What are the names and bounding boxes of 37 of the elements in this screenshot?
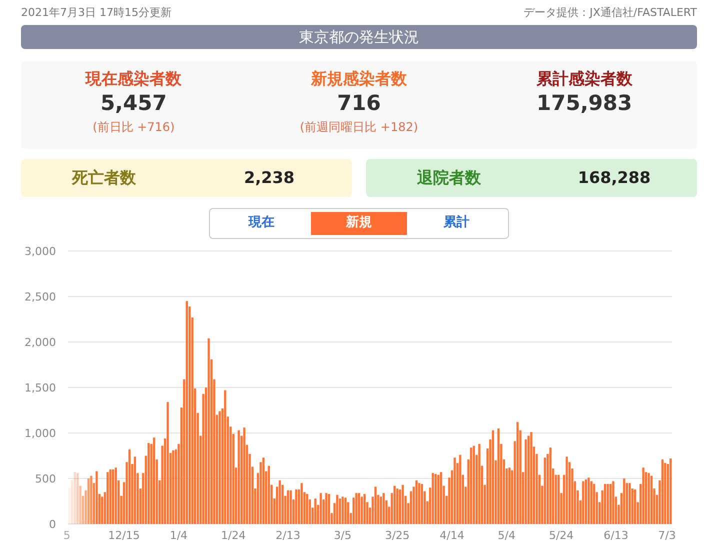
- y-tick-label: 500: [35, 472, 56, 485]
- stat-value: 175,983: [536, 90, 632, 116]
- x-tick-label: 3/25: [384, 528, 410, 542]
- outcome-label: 死亡者数: [70, 166, 137, 188]
- stat-label: 累計感染者数: [536, 68, 632, 88]
- x-tick-label: 6/13: [604, 528, 628, 542]
- x-tick-label: 5: [63, 528, 70, 542]
- stat-change: (前日比 +716): [92, 118, 175, 136]
- x-tick-label: 3/5: [334, 528, 352, 542]
- y-tick-label: 0: [49, 518, 56, 530]
- y-tick-label: 2,000: [24, 336, 56, 348]
- outcome-label: 退院者数: [416, 166, 482, 188]
- tab[interactable]: 累計: [408, 212, 504, 234]
- x-tick-label: 12/15: [108, 528, 140, 542]
- outcome-value: 2,238: [242, 166, 296, 188]
- x-tick-label: 7/3: [658, 528, 676, 542]
- x-tick-label: 1/4: [170, 528, 188, 542]
- x-tick-label: 1/24: [221, 528, 246, 542]
- stat-value: 716: [337, 90, 381, 116]
- stat-label: 新規感染者数: [310, 68, 407, 88]
- stat-value: 5,457: [100, 90, 167, 116]
- x-tick-label: 2/13: [276, 528, 300, 542]
- y-tick-label: 2,500: [24, 290, 56, 303]
- x-tick-label: 5/24: [548, 528, 574, 542]
- y-tick-label: 1,000: [24, 426, 56, 440]
- stat-label: 現在感染者数: [86, 68, 182, 88]
- y-tick-label: 1,500: [24, 381, 56, 394]
- tab[interactable]: 現在: [214, 212, 310, 234]
- stat-change: (前週同曜日比 +182): [300, 118, 418, 136]
- y-tick-label: 3,000: [24, 244, 56, 258]
- tab[interactable]: 新規: [311, 212, 407, 234]
- outcome-value: 168,288: [576, 166, 652, 188]
- x-tick-label: 5/4: [498, 528, 516, 542]
- x-tick-label: 4/14: [440, 528, 464, 542]
- section-title: 東京都の発生状況: [21, 24, 697, 48]
- data-source: データ提供：JX通信社/FASTALERT: [524, 5, 697, 21]
- update-time: 2021年7月3日 17時15分更新: [21, 5, 172, 21]
